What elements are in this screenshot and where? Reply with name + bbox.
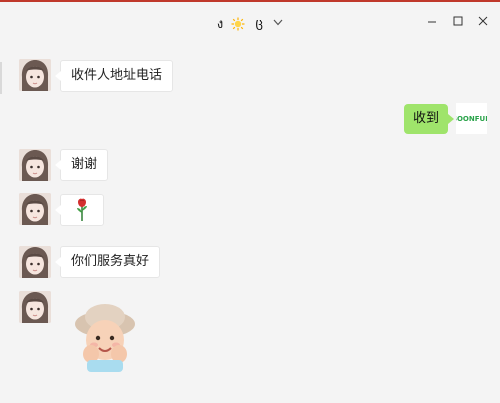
contact-avatar[interactable] [19,291,51,323]
minimize-icon[interactable] [425,14,439,28]
message-bubble[interactable]: 谢谢 [54,149,109,181]
my-avatar[interactable]: SOONFUN [456,103,487,134]
contact-avatar[interactable] [19,193,51,225]
chat-title-prefix: ง [216,17,224,32]
message-bubble[interactable]: 你们服务真好 [54,246,161,278]
window-left-edge [0,62,2,94]
message-text: 你们服务真好 [71,254,150,269]
close-icon[interactable] [476,14,490,28]
outgoing-message-bubble[interactable]: 收到 [404,104,454,134]
title-bar: ง ც [0,2,500,40]
smiling-baby-sticker-icon[interactable] [73,302,137,372]
message-text: 收件人地址电话 [71,68,163,83]
chat-title-suffix: ც [255,16,263,31]
contact-avatar[interactable] [19,246,51,278]
my-avatar-logo-text: SOONFUN [456,114,487,123]
sun-emoji-icon [231,17,245,30]
chevron-down-icon[interactable] [273,18,283,29]
contact-avatar[interactable] [19,59,51,91]
message-text: 收到 [412,111,439,126]
maximize-icon[interactable] [451,14,465,28]
message-text: 谢谢 [71,157,98,172]
contact-avatar[interactable] [19,149,51,181]
rose-icon [77,198,87,221]
emoji-message-bubble[interactable] [55,194,104,226]
message-bubble[interactable]: 收件人地址电话 [54,60,174,92]
